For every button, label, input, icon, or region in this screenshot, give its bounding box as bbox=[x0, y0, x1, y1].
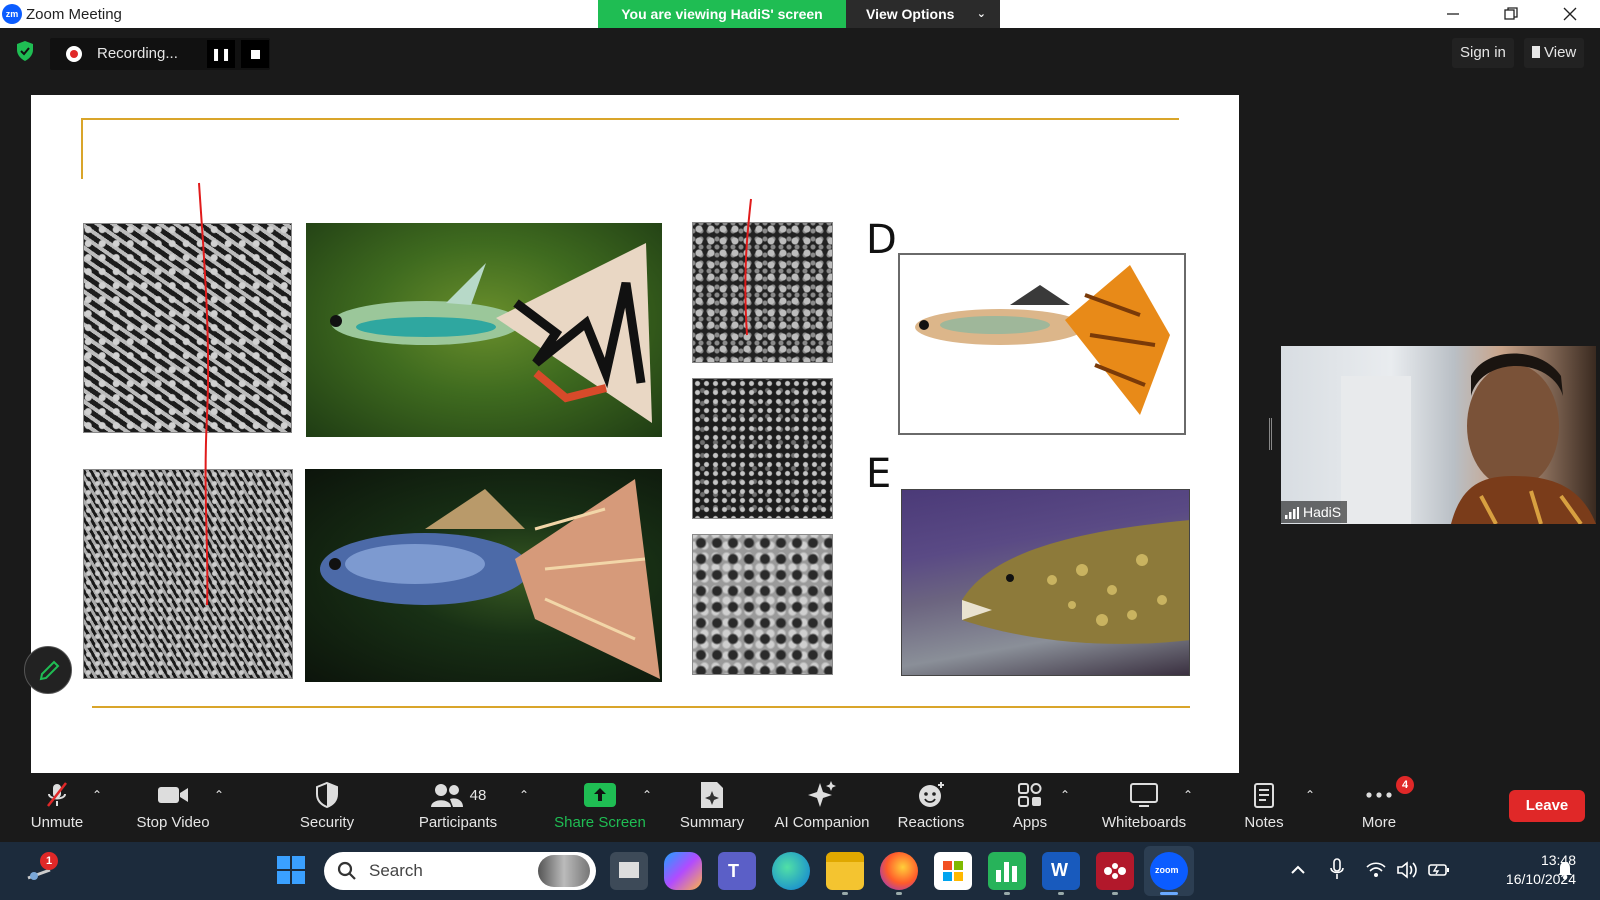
ai-companion-button[interactable]: AI Companion bbox=[766, 778, 878, 840]
unmute-label: Unmute bbox=[30, 814, 84, 831]
more-button[interactable]: More bbox=[1324, 778, 1434, 840]
microphone-icon[interactable] bbox=[1329, 858, 1345, 880]
mendeley-icon[interactable] bbox=[1096, 852, 1134, 890]
widgets-notification-badge: 1 bbox=[40, 852, 58, 870]
recording-status: Recording... bbox=[97, 45, 178, 62]
firefox-icon[interactable] bbox=[880, 852, 918, 890]
shield-check-icon[interactable] bbox=[15, 40, 35, 62]
chevron-up-icon[interactable] bbox=[1290, 862, 1306, 878]
search-highlight-image bbox=[538, 855, 590, 887]
signal-strength-icon bbox=[1285, 503, 1299, 525]
video-options-caret-icon[interactable]: ⌃ bbox=[212, 788, 226, 802]
participants-icon bbox=[430, 784, 463, 807]
view-label: View bbox=[1544, 44, 1577, 61]
more-notification-badge: 4 bbox=[1396, 776, 1414, 794]
chart-app-running-indicator bbox=[1004, 892, 1010, 895]
more-label: More bbox=[1361, 814, 1397, 831]
task-view-icon[interactable] bbox=[610, 852, 648, 890]
recording-dot-icon bbox=[66, 46, 82, 62]
share-options-caret-icon[interactable]: ⌃ bbox=[640, 788, 654, 802]
apps-options-caret-icon[interactable]: ⌃ bbox=[1058, 788, 1072, 802]
participants-options-caret-icon[interactable]: ⌃ bbox=[517, 788, 531, 802]
more-icon bbox=[1324, 778, 1434, 812]
participant-name-tag: HadiS bbox=[1281, 501, 1348, 525]
zoom-icon[interactable]: zoom bbox=[1150, 852, 1188, 890]
word-running-indicator bbox=[1058, 892, 1064, 895]
chevron-down-icon: ⌄ bbox=[976, 8, 986, 20]
participants-label: Participants bbox=[418, 814, 498, 831]
summary-icon bbox=[657, 778, 767, 812]
mendeley-running-indicator bbox=[1112, 892, 1118, 895]
stop-video-label: Stop Video bbox=[136, 814, 210, 831]
apps-label: Apps bbox=[1012, 814, 1048, 831]
copilot-icon[interactable] bbox=[664, 852, 702, 890]
pencil-icon bbox=[39, 660, 60, 681]
close-button[interactable] bbox=[1541, 0, 1599, 28]
shield-icon bbox=[272, 778, 382, 812]
minimize-button[interactable] bbox=[1424, 0, 1482, 28]
view-button[interactable]: View bbox=[1524, 38, 1585, 68]
store-icon[interactable] bbox=[934, 852, 972, 890]
taskbar-search-placeholder: Search bbox=[369, 861, 423, 880]
leave-button[interactable]: Leave bbox=[1509, 790, 1585, 822]
share-screen-button[interactable]: Share Screen bbox=[545, 778, 655, 840]
teams-icon[interactable]: T bbox=[718, 852, 756, 890]
volume-icon[interactable] bbox=[1396, 861, 1418, 879]
audio-options-caret-icon[interactable]: ⌃ bbox=[90, 788, 104, 802]
chart-app-icon[interactable] bbox=[988, 852, 1026, 890]
stop-recording-button[interactable] bbox=[241, 40, 269, 68]
notes-label: Notes bbox=[1244, 814, 1284, 831]
whiteboards-label: Whiteboards bbox=[1101, 814, 1187, 831]
summary-button[interactable]: Summary bbox=[657, 778, 767, 840]
summary-label: Summary bbox=[679, 814, 745, 831]
pen-annotation-strokes bbox=[198, 182, 752, 606]
participant-video[interactable] bbox=[1281, 346, 1596, 524]
share-screen-icon bbox=[545, 778, 655, 812]
explorer-running-indicator bbox=[842, 892, 848, 895]
sparkle-icon bbox=[766, 778, 878, 812]
pause-recording-button[interactable]: ❚❚ bbox=[207, 40, 235, 68]
ai-companion-label: AI Companion bbox=[774, 814, 870, 831]
restore-button[interactable] bbox=[1482, 0, 1540, 28]
security-button[interactable]: Security bbox=[272, 778, 382, 840]
notes-options-caret-icon[interactable]: ⌃ bbox=[1303, 788, 1317, 802]
sign-in-button[interactable]: Sign in bbox=[1452, 38, 1514, 68]
search-icon bbox=[337, 861, 357, 881]
resize-handle[interactable] bbox=[1269, 418, 1272, 450]
participants-count: 48 bbox=[469, 786, 487, 804]
windows-start-icon[interactable] bbox=[276, 855, 306, 885]
zoom-running-indicator bbox=[1160, 892, 1178, 895]
file-explorer-icon[interactable] bbox=[826, 852, 864, 890]
word-icon[interactable]: W bbox=[1042, 852, 1080, 890]
participants-button[interactable]: 48 Participants bbox=[403, 778, 513, 840]
wifi-icon[interactable] bbox=[1366, 861, 1386, 879]
participant-name: HadiS bbox=[1303, 504, 1342, 520]
zoom-logo-icon: zm bbox=[2, 4, 22, 24]
reactions-icon bbox=[876, 778, 986, 812]
security-label: Security bbox=[299, 814, 355, 831]
view-layout-icon bbox=[1532, 46, 1540, 58]
view-options-button[interactable]: View Options ⌄ bbox=[846, 0, 1000, 28]
annotate-button[interactable] bbox=[24, 646, 72, 694]
edge-icon[interactable] bbox=[772, 852, 810, 890]
notification-bell-icon[interactable] bbox=[1556, 860, 1574, 880]
reactions-label: Reactions bbox=[897, 814, 965, 831]
whiteboards-options-caret-icon[interactable]: ⌃ bbox=[1181, 788, 1195, 802]
battery-icon[interactable] bbox=[1428, 862, 1450, 878]
view-options-label: View Options bbox=[866, 6, 955, 22]
share-screen-label: Share Screen bbox=[554, 814, 646, 831]
participants-icon-group: 48 bbox=[403, 778, 513, 812]
reactions-button[interactable]: Reactions bbox=[876, 778, 986, 840]
firefox-running-indicator bbox=[896, 892, 902, 895]
shared-screen-slide: D E bbox=[31, 95, 1239, 773]
viewing-screen-banner: You are viewing HadiS' screen bbox=[598, 0, 846, 28]
window-title: Zoom Meeting bbox=[26, 6, 122, 23]
